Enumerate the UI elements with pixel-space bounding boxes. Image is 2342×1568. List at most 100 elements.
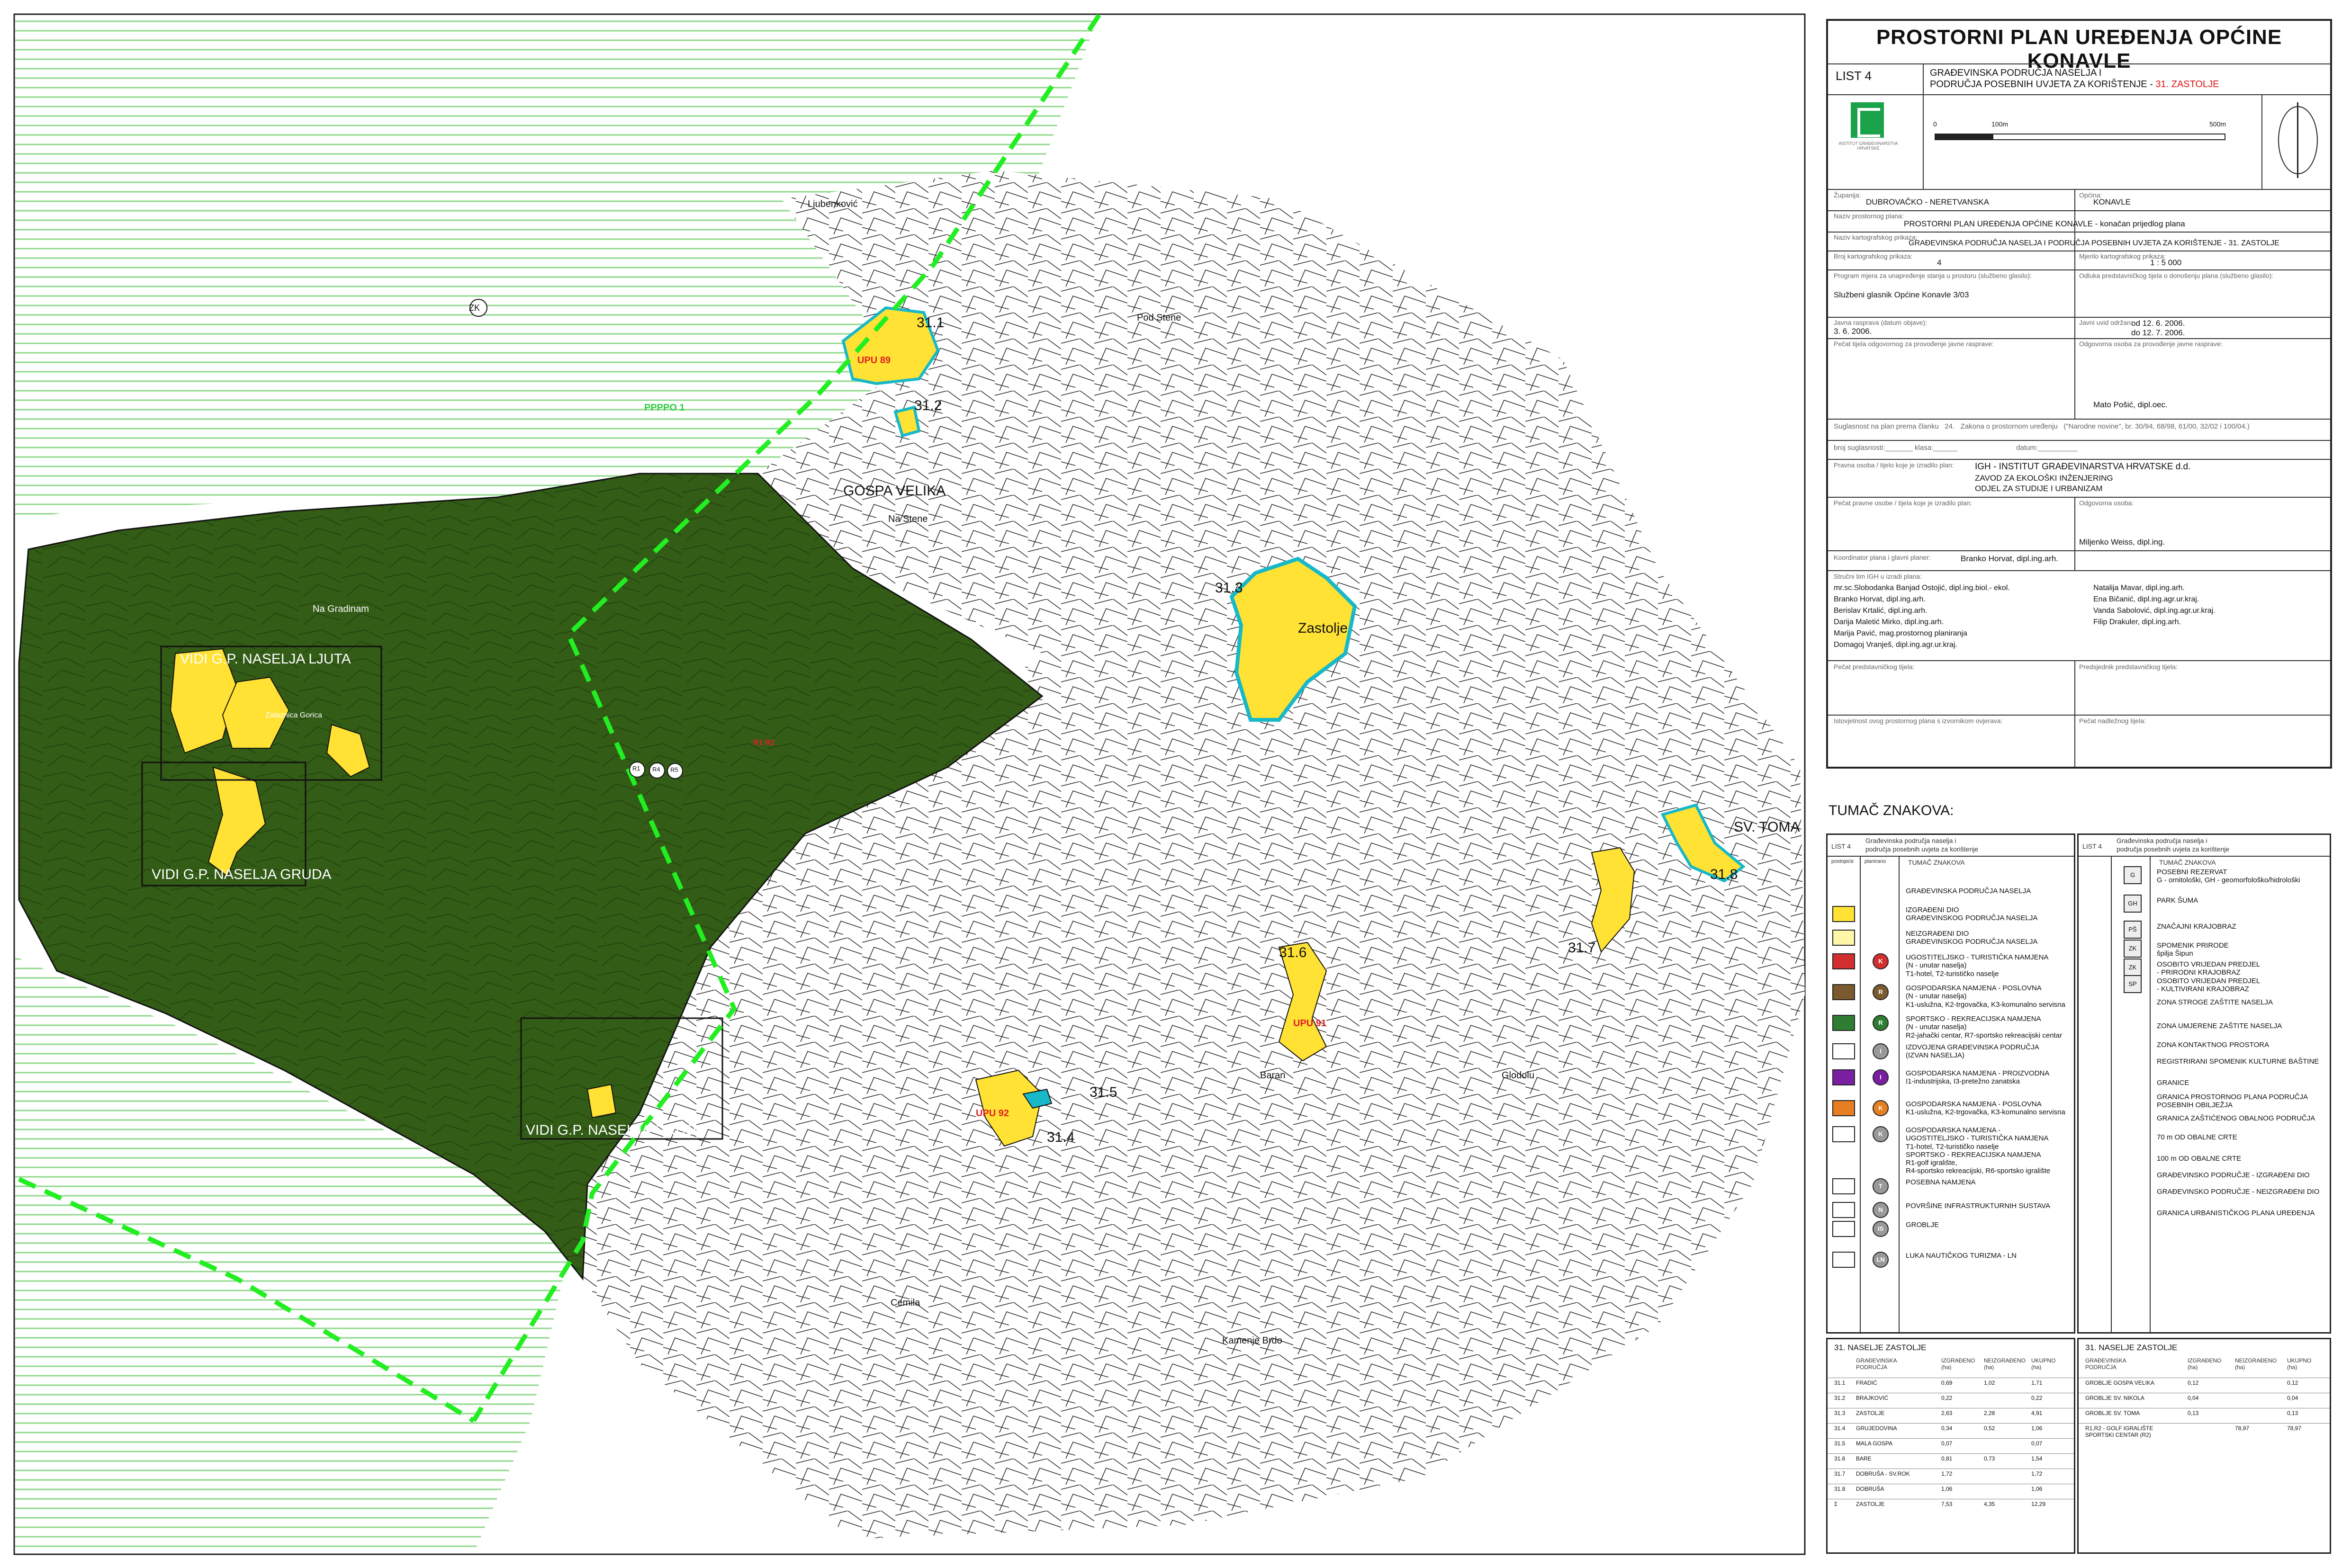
pppo-label: PPPPO 1: [644, 403, 685, 413]
team-member: Ena Bičanić, dipl.ing.agr.ur.kraj.: [2093, 595, 2199, 603]
program-label: Program mjera za unapređenje stanja u pr…: [1834, 272, 2032, 279]
legend-icon: K: [1873, 1100, 1889, 1116]
table-cell: R1,R2 - GOLF IGRALIŠTE SPORTSKI CENTAR (…: [2085, 1425, 2153, 1438]
table-cell: 0,52: [1984, 1425, 1995, 1432]
vidi-gruda-label-2: VIDI G.P. NASELJA GRUDA: [526, 1122, 706, 1138]
table-cell: DOBRUŠA - SV.ROK: [1856, 1470, 1910, 1477]
legend-item-label: ZONA KONTAKTNOG PROSTORA: [2157, 1041, 2269, 1049]
table-cell: 0,73: [1984, 1455, 1995, 1462]
table-cell: 0,13: [2188, 1410, 2199, 1416]
table-header: IZGRAĐENO (ha): [2188, 1357, 2222, 1371]
vidi-gruda-label-1: VIDI G.P. NASELJA GRUDA: [152, 867, 332, 882]
code-31-4: 31.4: [1047, 1129, 1075, 1145]
team-member: Domagoj Vranješ, dipl.ing.agr.ur.kraj.: [1834, 641, 1957, 649]
table-cell: 31.5: [1834, 1440, 1846, 1447]
table-cell: 2,63: [1941, 1410, 1953, 1416]
zk-marker-label: ZK: [469, 303, 480, 313]
table-cell: GROBLJE SV. NIKOLA: [2085, 1395, 2144, 1401]
table-cell: 0,04: [2287, 1395, 2298, 1401]
pravna-label: Pravna osoba / tijelo koje je izradilo p…: [1834, 461, 1954, 469]
sheet-number: LIST 4: [1836, 69, 1872, 83]
vidi-ljuta-label: VIDI G.P. NASELJA LJUTA: [180, 651, 351, 667]
table-header: UKUPNO (ha): [2287, 1357, 2312, 1371]
code-31-6: 31.6: [1279, 945, 1307, 960]
place-cemila: Cemila: [891, 1298, 920, 1308]
code-31-5: 31.5: [1090, 1084, 1117, 1100]
odg-osoba-value: Miljenko Weiss, dipl.ing.: [2079, 538, 2165, 547]
javni-uvid-od: od 12. 6. 2006.: [2131, 319, 2185, 328]
legend-icon: ZK: [2124, 959, 2142, 977]
table-header: UKUPNO (ha): [2031, 1357, 2056, 1371]
broj-value: 4: [1937, 258, 1942, 267]
broj-label: Broj kartografskog prikaza:: [1834, 252, 1913, 260]
table-cell: 31.1: [1834, 1380, 1846, 1386]
team-member: Vanda Sabolović, dipl.ing.agr.ur.kraj.: [2093, 607, 2216, 615]
legend-icon: T: [1873, 1178, 1889, 1194]
legend-icon: N: [1873, 1202, 1889, 1218]
title-block: PROSTORNI PLAN UREĐENJA OPĆINE KONAVLE L…: [1826, 19, 2332, 769]
javni-uvid-do: do 12. 7. 2006.: [2131, 328, 2185, 337]
odgovorna-value: Mato Pošić, dipl.oec.: [2093, 400, 2168, 409]
table-zastolje-right: 31. NASELJE ZASTOLJE GRAĐEVINSKA PODRUČJ…: [2077, 1338, 2331, 1554]
table-cell: 12,29: [2031, 1501, 2046, 1507]
table-cell: GROBLJE SV. TOMA: [2085, 1410, 2140, 1416]
map-sheet: ZK PPPPO 1 Uskoruše Ljubenković Pod Sten…: [0, 0, 2342, 1568]
table-row-line: [1828, 1423, 2074, 1424]
table-cell: 0,22: [1941, 1395, 1953, 1401]
legend-right-list: LIST 4: [2082, 842, 2102, 850]
strucni-label: Stručni tim IGH u izradi plana:: [1834, 573, 1922, 580]
table-cell: BARE: [1856, 1455, 1872, 1462]
istovjetnost-label: Istovjetnost ovog prostornog plana s izv…: [1834, 717, 2003, 725]
legend-icon: R: [1873, 1015, 1889, 1031]
pecat-label: Pečat tijela odgovornog za provođenje ja…: [1834, 340, 1994, 348]
table-cell: 0,69: [1941, 1380, 1953, 1386]
legend-swatch: [1832, 953, 1855, 969]
legend-icon: SP: [2124, 975, 2142, 993]
place-baran: Baran: [1260, 1070, 1286, 1081]
table-header: NEIZGRAĐENO (ha): [2235, 1357, 2277, 1371]
table-row-line: [1828, 1438, 2074, 1439]
place-glodolu: Glodolu: [1502, 1070, 1534, 1081]
legend-swatch: [1832, 984, 1855, 1000]
team-member: Darija Maletić Mirko, dipl.ing.arh.: [1834, 618, 1944, 626]
table-cell: 0,04: [2188, 1395, 2199, 1401]
mjerilo-value: 1 : 5 000: [2150, 258, 2182, 267]
legend-item-label: POSEBNA NAMJENA: [1906, 1178, 1976, 1186]
legend-item-label: GRAĐEVINSKA PODRUČJA NASELJA: [1906, 887, 2031, 895]
plan-title: PROSTORNI PLAN UREĐENJA OPĆINE KONAVLE: [1876, 26, 2282, 72]
table-cell: Σ: [1834, 1501, 1838, 1507]
table-left-title: 31. NASELJE ZASTOLJE: [1834, 1343, 1927, 1352]
legend-swatch: [1832, 1202, 1855, 1218]
marker-r4: R4: [652, 766, 660, 773]
upu-label-low: UPU 92: [976, 1108, 1009, 1119]
legend-icon: G: [2124, 866, 2142, 884]
klasa-text: broj suglasnosti:_______ klasa:______ da…: [1834, 444, 2078, 452]
table-cell: 1,54: [2031, 1455, 2043, 1462]
table-cell: 0,07: [2031, 1440, 2043, 1447]
table-cell: 0,81: [1941, 1455, 1953, 1462]
legend-swatch: [1832, 906, 1855, 922]
table-cell: 1,06: [1941, 1486, 1953, 1492]
code-31-7: 31.7: [1568, 940, 1596, 956]
legend-left-desc2: područja posebnih uvjeta za korištenje: [1865, 845, 1979, 853]
golf-zone-code: R1 R2: [753, 739, 775, 747]
legend-item-label: ZNAČAJNI KRAJOBRAZ: [2157, 923, 2236, 931]
legend-swatch: [1832, 930, 1855, 946]
legend-item-label: LUKA NAUTIČKOG TURIZMA - LN: [1906, 1252, 2017, 1260]
table-cell: 31.6: [1834, 1455, 1846, 1462]
north-arrow-icon: [2278, 102, 2318, 178]
scale-100: 100m: [1991, 120, 2009, 128]
legend-item-label: GRAĐEVINSKO PODRUČJE - NEIZGRAĐENI DIO: [2157, 1188, 2320, 1196]
igh-logo: INSTITUT GRAĐEVINARSTVA HRVATSKE: [1838, 102, 1899, 159]
map-canvas[interactable]: ZK PPPPO 1 Uskoruše Ljubenković Pod Sten…: [0, 0, 1810, 1568]
legend-item-label: REGISTRIRANI SPOMENIK KULTURNE BAŠTINE: [2157, 1057, 2319, 1066]
table-cell: 78,97: [2287, 1425, 2302, 1432]
pravna-line-1: IGH - INSTITUT GRAĐEVINARSTVA HRVATSKE d…: [1975, 462, 2191, 472]
legend-icon: I: [1873, 1069, 1889, 1085]
code-31-3: 31.3: [1215, 580, 1243, 596]
zupanija-value: DUBROVAČKO - NERETVANSKA: [1866, 197, 1990, 206]
legend-icon: PŠ: [2124, 921, 2142, 939]
table-cell: 31.4: [1834, 1425, 1846, 1432]
legend-item-label: GRAĐEVINSKO PODRUČJE - IZGRAĐENI DIO: [2157, 1171, 2310, 1179]
legend-icon: LN: [1873, 1252, 1889, 1268]
